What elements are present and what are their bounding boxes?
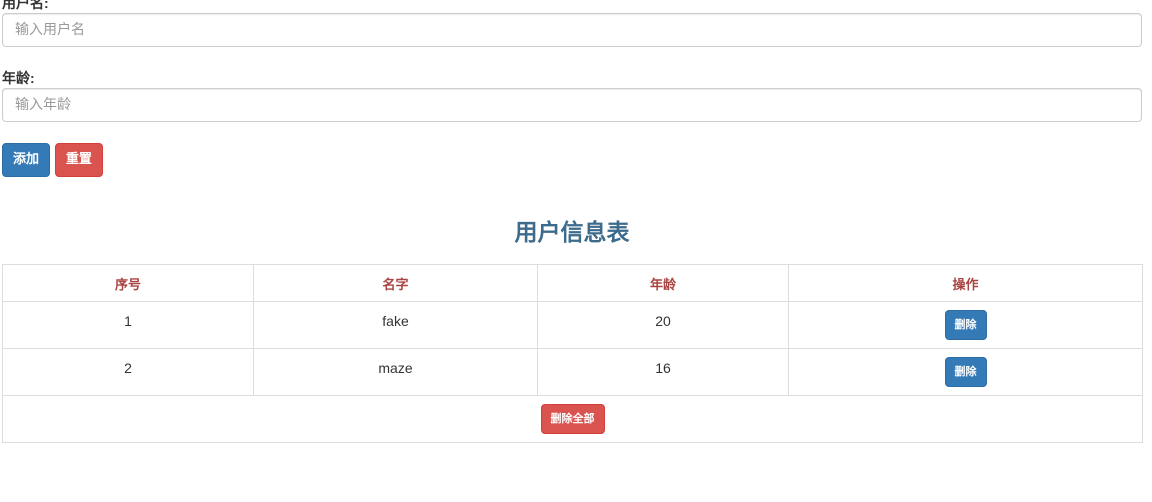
header-name: 名字 [253,264,538,302]
row-index: 1 [2,301,254,349]
delete-all-button[interactable]: 删除全部 [540,404,605,434]
row-index: 2 [2,348,254,396]
row-age: 20 [537,301,789,349]
table-footer-row: 删除全部 [2,395,1143,443]
username-input[interactable] [2,13,1142,47]
row-action-cell: 删除 [788,348,1143,396]
header-age: 年龄 [537,264,789,302]
table-row: 1 fake 20 删除 [2,301,1143,349]
username-form-group: 用户名: [2,0,1142,47]
reset-button[interactable]: 重置 [54,143,103,177]
table-header-row: 序号 名字 年龄 操作 [2,264,1143,302]
row-age: 16 [537,348,789,396]
user-management-page: 用户名: 年龄: 添加 重置 用户信息表 序号 名字 年龄 操作 1 [0,0,1152,502]
form-actions: 添加 重置 [2,143,104,177]
header-index: 序号 [2,264,254,302]
delete-row-button[interactable]: 删除 [944,310,987,340]
add-button[interactable]: 添加 [2,143,51,177]
age-form-group: 年龄: [2,68,1142,122]
row-name: maze [253,348,538,396]
username-label: 用户名: [2,0,49,11]
row-name: fake [253,301,538,349]
row-action-cell: 删除 [788,301,1143,349]
table-row: 2 maze 16 删除 [2,348,1143,396]
delete-row-button[interactable]: 删除 [944,357,987,387]
header-action: 操作 [788,264,1143,302]
age-input[interactable] [2,88,1142,122]
table-title: 用户信息表 [514,220,630,246]
age-label: 年龄: [2,70,35,86]
user-table: 序号 名字 年龄 操作 1 fake 20 删除 2 maze 16 删除 删除… [2,264,1143,443]
delete-all-cell: 删除全部 [2,395,1143,443]
